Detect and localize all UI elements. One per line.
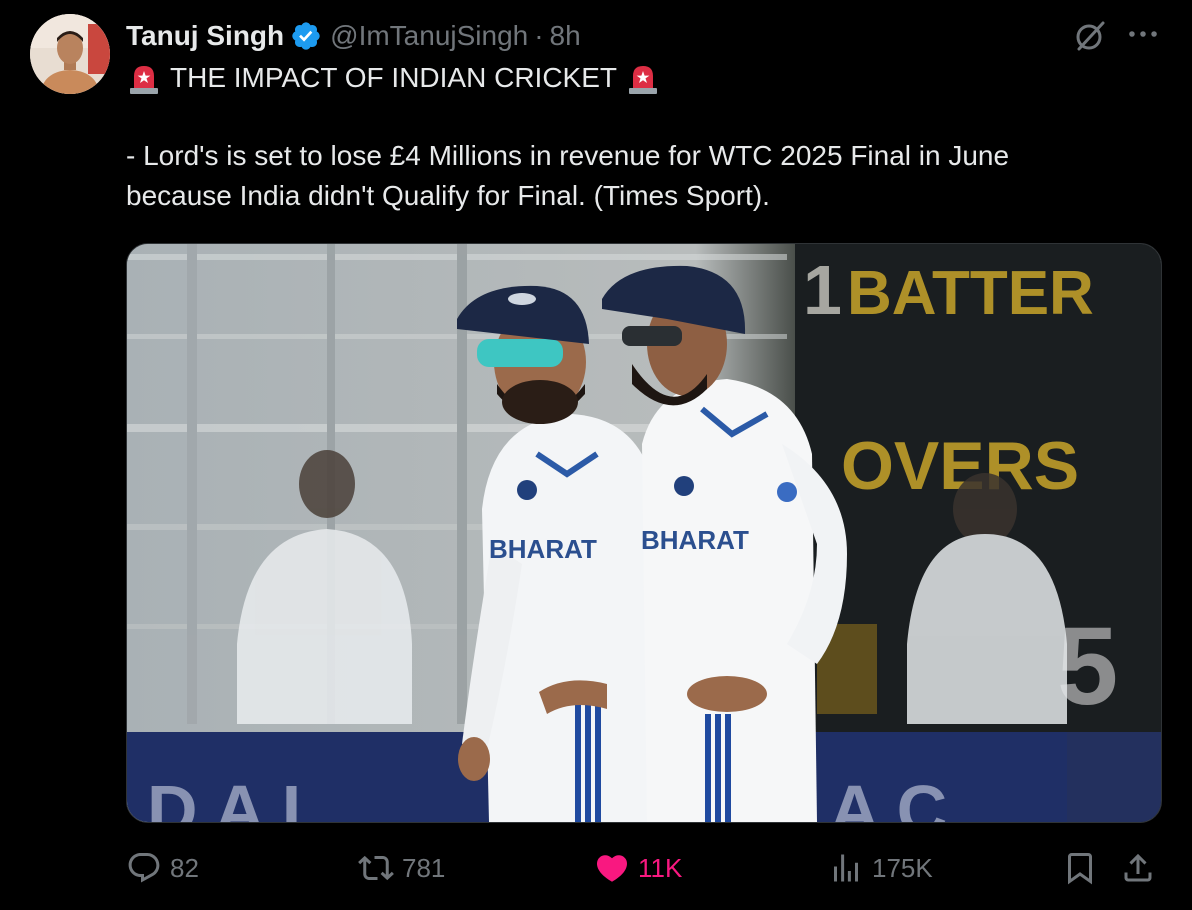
repost-count: 781 xyxy=(402,852,446,883)
share-button[interactable] xyxy=(1120,846,1156,890)
reply-button[interactable]: 82 xyxy=(126,846,199,890)
like-count: 11K xyxy=(638,852,683,883)
bookmark-button[interactable] xyxy=(1062,846,1098,890)
reply-icon xyxy=(128,853,160,883)
views-button[interactable]: 175K xyxy=(828,846,933,890)
bookmark-icon xyxy=(1068,853,1092,885)
share-icon xyxy=(1124,853,1152,882)
tweet-text-line-1: THE IMPACT OF INDIAN CRICKET xyxy=(126,60,1126,96)
svg-text:D A I: D A I xyxy=(147,771,301,822)
handle[interactable]: @ImTanujSingh xyxy=(330,20,528,52)
views-count: 175K xyxy=(872,852,933,883)
action-bar: 82 781 11K 175K xyxy=(0,846,1192,890)
avatar-image xyxy=(30,14,110,94)
separator: · xyxy=(534,20,544,51)
repost-button[interactable]: 781 xyxy=(358,846,445,890)
avatar[interactable] xyxy=(30,14,110,94)
like-button[interactable]: 11K xyxy=(594,846,682,890)
grok-icon[interactable] xyxy=(1072,18,1108,54)
tweet-photo[interactable]: 1 BATTER OVERS 5 D A I Y A C BHARAT BHAR… xyxy=(126,243,1162,823)
rotating-light-icon xyxy=(126,60,162,96)
views-chart-icon xyxy=(834,854,858,882)
scoreboard-batter: BATTER xyxy=(847,259,1094,328)
more-options-icon[interactable] xyxy=(1124,18,1162,50)
verified-badge-icon xyxy=(292,22,320,50)
tweet-text-line-3: because India didn't Qualify for Final. … xyxy=(126,180,770,211)
timestamp[interactable]: 8h xyxy=(550,20,581,52)
scoreboard-number: 1 xyxy=(803,251,842,329)
tweet-text-line-2: - Lord's is set to lose £4 Millions in r… xyxy=(126,140,1010,171)
tweet-header: Tanuj Singh @ImTanujSingh · 8h xyxy=(126,16,581,56)
rotating-light-icon xyxy=(625,60,661,96)
heart-icon xyxy=(596,855,628,882)
tweet-headline: THE IMPACT OF INDIAN CRICKET xyxy=(170,62,617,93)
repost-icon xyxy=(358,855,394,881)
display-name[interactable]: Tanuj Singh xyxy=(126,20,284,52)
reply-count: 82 xyxy=(170,852,199,883)
jersey-text-left: BHARAT xyxy=(489,534,597,564)
jersey-text-right: BHARAT xyxy=(641,525,749,555)
